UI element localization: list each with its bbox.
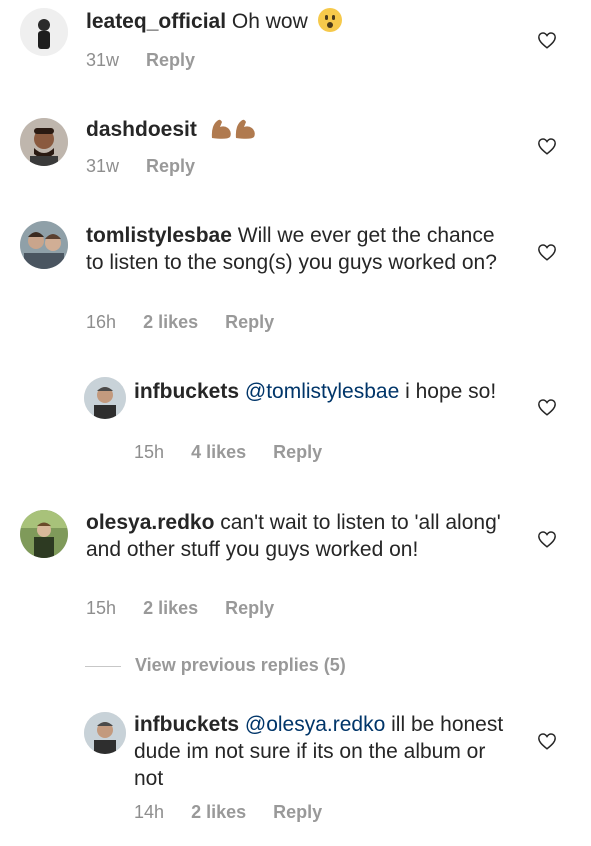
heart-icon[interactable] (537, 732, 557, 750)
reply-button[interactable]: Reply (273, 442, 322, 462)
comment-meta: 15h 4 likes Reply (134, 442, 344, 463)
reply-button[interactable]: Reply (273, 802, 322, 822)
timestamp: 31w (86, 156, 120, 176)
divider (85, 666, 121, 667)
reply-button[interactable]: Reply (225, 598, 274, 618)
heart-icon[interactable] (537, 31, 557, 49)
comment-text: tomlistylesbae Will we ever get the chan… (86, 222, 506, 276)
likes-count[interactable]: 2 likes (143, 312, 198, 332)
mention-link[interactable]: @olesya.redko (245, 713, 385, 736)
comment-text: olesya.redko can't wait to listen to 'al… (86, 509, 506, 563)
reply-button[interactable]: Reply (225, 312, 274, 332)
avatar[interactable] (20, 221, 68, 269)
likes-count[interactable]: 2 likes (143, 598, 198, 618)
username[interactable]: leateq_official (86, 10, 226, 33)
avatar[interactable] (20, 118, 68, 166)
reply-button[interactable]: Reply (146, 50, 195, 70)
heart-icon[interactable] (537, 398, 557, 416)
flexed-biceps-emoji (209, 116, 261, 149)
reply-button[interactable]: Reply (146, 156, 195, 176)
comment-meta: 31w Reply (86, 50, 217, 71)
username[interactable]: infbuckets (134, 713, 239, 736)
comment-text: leateq_official Oh wow (86, 8, 506, 35)
avatar[interactable] (84, 377, 126, 419)
comment-meta: 15h 2 likes Reply (86, 598, 296, 619)
timestamp: 15h (134, 442, 165, 462)
username[interactable]: olesya.redko (86, 511, 214, 534)
view-previous-replies-label: View previous replies (5) (135, 655, 346, 675)
comment-text: infbuckets @olesya.redko ill be honest d… (134, 711, 509, 792)
avatar[interactable] (84, 712, 126, 754)
comment-meta: 16h 2 likes Reply (86, 312, 296, 333)
astonished-face-emoji (317, 8, 342, 32)
username[interactable]: tomlistylesbae (86, 224, 232, 247)
avatar[interactable] (20, 8, 68, 56)
heart-icon[interactable] (537, 243, 557, 261)
heart-icon[interactable] (537, 137, 557, 155)
username[interactable]: dashdoesit (86, 118, 197, 141)
comment-text: dashdoesit (86, 116, 506, 149)
heart-icon[interactable] (537, 530, 557, 548)
comment-body: i hope so! (405, 380, 497, 403)
likes-count[interactable]: 4 likes (191, 442, 246, 462)
timestamp: 16h (86, 312, 117, 332)
comment-body: Oh wow (231, 10, 308, 33)
timestamp: 14h (134, 802, 165, 822)
timestamp: 31w (86, 50, 120, 70)
likes-count[interactable]: 2 likes (191, 802, 246, 822)
avatar[interactable] (20, 510, 68, 558)
username[interactable]: infbuckets (134, 380, 239, 403)
comment-meta: 14h 2 likes Reply (134, 802, 344, 823)
mention-link[interactable]: @tomlistylesbae (245, 380, 399, 403)
timestamp: 15h (86, 598, 117, 618)
comment-text: infbuckets @tomlistylesbae i hope so! (134, 378, 504, 405)
comment-meta: 31w Reply (86, 156, 217, 177)
